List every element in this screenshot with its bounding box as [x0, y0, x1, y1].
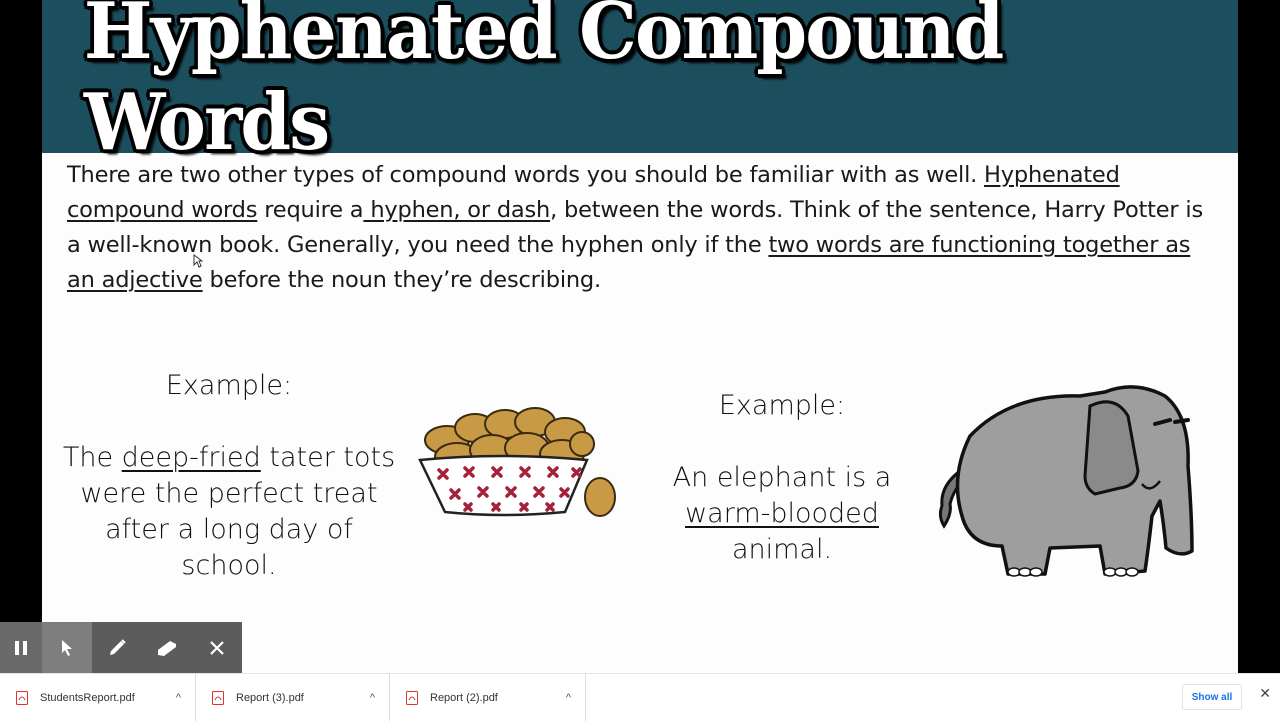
example-text-post: animal. — [731, 534, 833, 565]
eraser-tool-button[interactable] — [142, 622, 192, 673]
chevron-up-icon[interactable]: ^ — [370, 692, 375, 704]
pause-icon — [15, 640, 27, 655]
example-label: Example: — [165, 370, 293, 401]
example-label: Example: — [718, 390, 846, 421]
annotation-toolbar — [0, 622, 242, 673]
tater-tots-image — [418, 407, 616, 517]
show-all-button[interactable]: Show all — [1182, 684, 1242, 710]
download-filename: Report (3).pdf — [236, 691, 304, 704]
elephant-eye — [1173, 418, 1190, 424]
close-icon — [210, 640, 224, 655]
download-item[interactable]: StudentsReport.pdf ^ — [0, 674, 196, 721]
slide-title: Hyphenated Compound Words — [83, 0, 1004, 168]
basket — [418, 454, 589, 517]
download-item[interactable]: Report (2).pdf ^ — [390, 674, 586, 721]
download-bar: StudentsReport.pdf ^ Report (3).pdf ^ Re… — [0, 673, 1280, 721]
slide-header: Hyphenated Compound Words — [42, 0, 1238, 168]
chevron-up-icon[interactable]: ^ — [566, 692, 571, 704]
close-download-bar-icon[interactable]: ✕ — [1259, 686, 1271, 702]
pen-tool-button[interactable] — [92, 622, 142, 673]
pdf-file-icon — [212, 690, 224, 705]
example-text-pre: An elephant is a — [672, 462, 892, 493]
pointer-icon — [62, 639, 72, 656]
eraser-icon — [158, 640, 176, 656]
download-item[interactable]: Report (3).pdf ^ — [196, 674, 390, 721]
example-deep-fried: Example: The deep-fried tater tots were … — [62, 368, 396, 584]
intro-text-2: require a — [257, 197, 364, 223]
intro-text-4: before the noun they’re describing. — [202, 267, 602, 293]
tot — [569, 431, 595, 457]
intro-underline-2: hyphen, or dash — [363, 197, 551, 223]
pointer-tool-button[interactable] — [42, 622, 92, 673]
close-toolbar-button[interactable] — [192, 622, 242, 673]
example-term: deep-fried — [121, 442, 261, 473]
slide: Hyphenated Compound Words There are two … — [42, 0, 1238, 673]
elephant-body — [955, 385, 1194, 576]
download-filename: Report (2).pdf — [430, 691, 498, 704]
pause-button[interactable] — [0, 622, 42, 673]
pdf-file-icon — [406, 690, 418, 705]
example-warm-blooded: Example: An elephant is a warm-blooded a… — [642, 388, 922, 568]
intro-text-1: There are two other types of compound wo… — [67, 162, 985, 188]
intro-paragraph: There are two other types of compound wo… — [67, 158, 1217, 298]
single-tot — [584, 477, 616, 517]
elephant-image — [938, 385, 1194, 577]
download-filename: StudentsReport.pdf — [40, 691, 135, 704]
pdf-file-icon — [16, 690, 28, 705]
example-text-pre: The — [62, 442, 122, 473]
chevron-up-icon[interactable]: ^ — [176, 692, 181, 704]
mouse-cursor-icon — [193, 254, 203, 268]
example-term: warm-blooded — [685, 498, 879, 529]
pen-icon — [110, 638, 126, 655]
